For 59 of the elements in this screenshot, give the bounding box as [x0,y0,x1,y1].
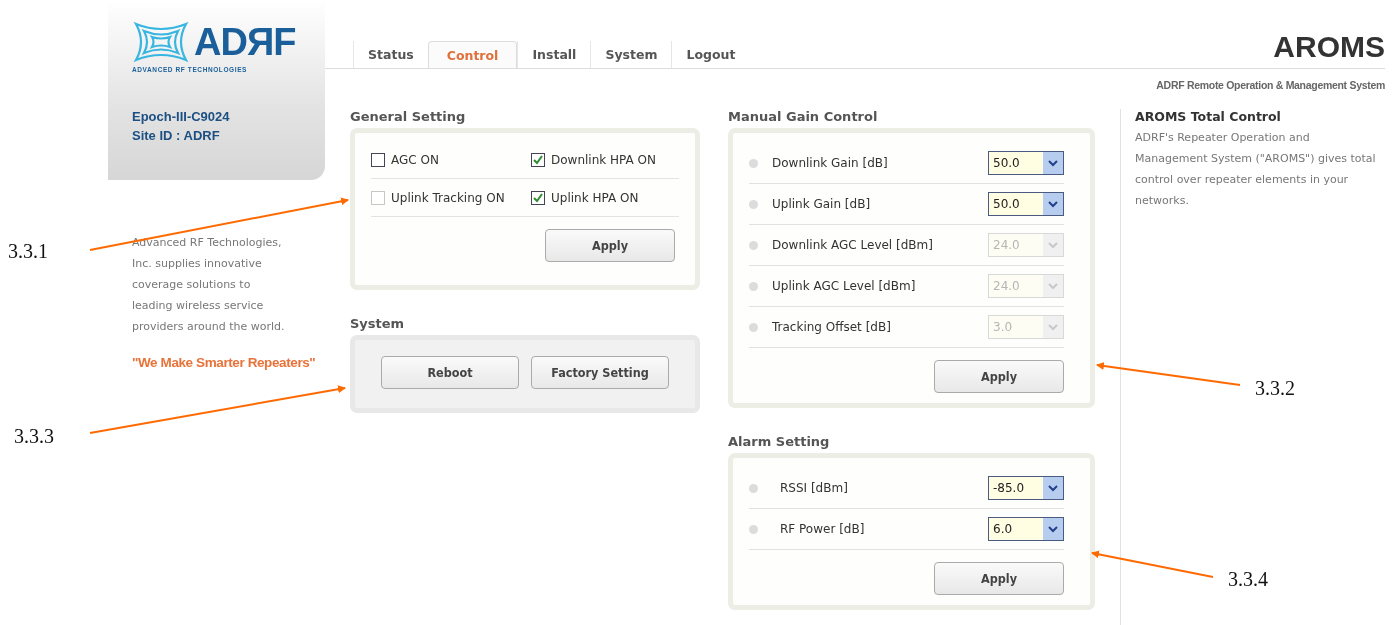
checkbox[interactable] [531,152,545,167]
checkbox-label: Uplink Tracking ON [391,190,505,205]
chevron-down-icon [1048,484,1058,492]
brand-subtitle: ADRF Remote Operation & Management System [1155,79,1385,91]
bullet-icon [749,158,758,168]
system-button[interactable]: Factory Setting [531,356,669,389]
bullet-icon [749,199,758,209]
checkbox[interactable] [371,152,385,167]
checkbox-label: Downlink HPA ON [551,152,656,167]
info-title: AROMS Total Control [1135,109,1282,124]
nav-tab[interactable]: Logout [671,41,750,68]
chevron-down-icon [1048,323,1058,331]
apply-button[interactable]: Apply [545,229,675,262]
section-title: Manual Gain Control [728,109,879,124]
dropdown[interactable]: 6.0 [988,517,1064,541]
chevron-down-icon [1048,282,1058,290]
apply-button[interactable]: Apply [934,360,1064,393]
callout-label: 3.3.3 [14,425,54,448]
nav-tab[interactable]: Status [353,41,428,68]
dropdown[interactable]: 50.0 [988,192,1064,216]
callout-label: 3.3.1 [8,240,48,263]
site-id: Site ID : ADRF [132,128,221,143]
dropdown[interactable]: 50.0 [988,151,1064,175]
bullet-icon [749,240,758,250]
callout-label: 3.3.2 [1255,377,1295,400]
device-model: Epoch-III-C9024 [132,109,231,124]
slogan: "We Make Smarter Repeaters" [132,355,317,370]
section-title: General Setting [350,109,467,124]
logo-wordmark: ADЯF [194,20,296,64]
setting-label: Tracking Offset [dB] [772,320,892,334]
chevron-down-icon [1048,241,1058,249]
bullet-icon [749,281,758,291]
bullet-icon [749,524,758,534]
chevron-down-icon [1048,200,1058,208]
setting-label: Downlink AGC Level [dBm] [772,238,934,252]
section-title: System [350,316,406,331]
system-button[interactable]: Reboot [381,356,519,389]
bullet-icon [749,483,758,493]
brand-title: AROMS [1273,30,1385,64]
section-title: Alarm Setting [728,434,831,449]
checkbox[interactable] [531,190,545,205]
company-description: Advanced RF Technologies, Inc. supplies innovative coverage solutions to leading wireless service providers around the world. [132,235,285,335]
setting-label: Uplink Gain [dB] [772,197,872,211]
callout-label: 3.3.4 [1228,568,1268,591]
nav-tab[interactable]: Install [517,41,591,68]
setting-label: RSSI [dBm] [779,481,849,495]
info-text: ADRF's Repeater Operation and Management System ("AROMS") gives total control over repeater elements in your networks. [1135,130,1377,209]
setting-label: Downlink Gain [dB] [772,156,889,170]
apply-button[interactable]: Apply [934,562,1064,595]
checkbox-label: AGC ON [391,152,439,167]
bullet-icon [749,322,758,332]
logo-icon [132,20,190,64]
nav-tab[interactable]: System [590,41,672,68]
setting-label: Uplink AGC Level [dBm] [772,279,917,293]
checkbox-label: Uplink HPA ON [551,190,639,205]
chevron-down-icon [1048,525,1058,533]
dropdown[interactable]: -85.0 [988,476,1064,500]
setting-label: RF Power [dB] [779,522,866,536]
chevron-down-icon [1048,159,1058,167]
